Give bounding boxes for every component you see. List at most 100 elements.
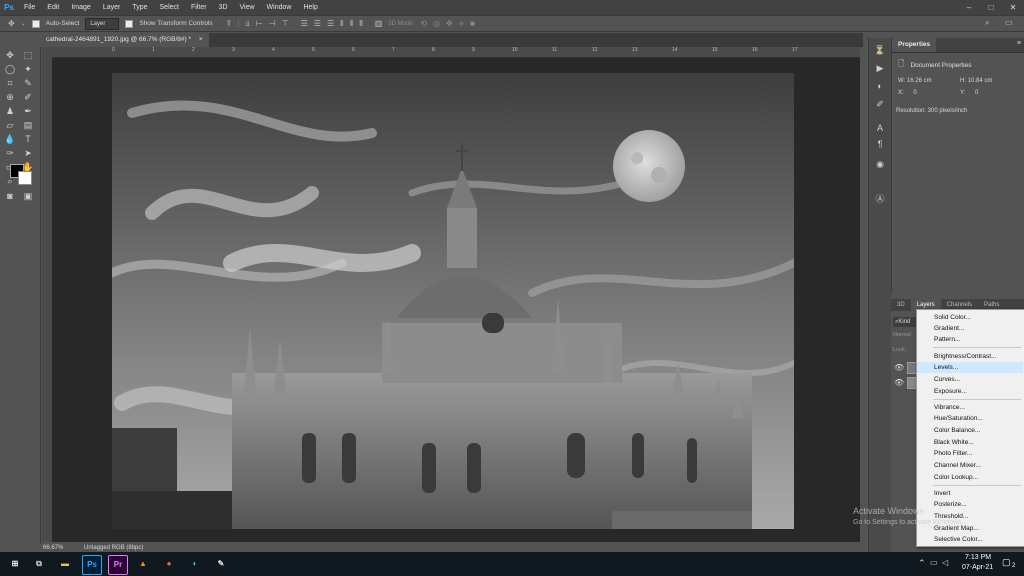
align-bottom-icon[interactable]: ⫫ [245,19,250,29]
adjustments-panel-icon[interactable]: ◐ [873,80,887,92]
menu-item-black-white[interactable]: Black White... [917,437,1023,448]
menu-item-photo-filter[interactable]: Photo Filter... [917,448,1023,459]
history-panel-icon[interactable]: ⏳ [873,44,887,56]
menu-item-curves[interactable]: Curves... [917,374,1023,385]
windows-start-icon[interactable]: ⊞ [6,555,24,573]
file-explorer-icon[interactable]: ▬ [56,555,74,573]
history-brush-icon[interactable]: ✒ [21,105,35,117]
align-top-icon[interactable]: ⫪ [227,19,232,29]
close-button[interactable]: ✕ [1002,0,1024,15]
3d-rotate-icon[interactable]: ⟲ [420,19,427,29]
brush-settings-icon[interactable]: ✐ [873,98,887,110]
y-value[interactable]: 0 [975,90,978,96]
3d-slide-icon[interactable]: ⟡ [459,19,464,29]
menu-item-solid-color[interactable]: Solid Color... [917,312,1023,323]
marquee-tool-icon[interactable]: ⬚ [21,49,35,61]
character-panel-icon[interactable]: A [873,122,887,134]
close-tab-icon[interactable]: × [199,36,203,43]
menu-item-vibrance[interactable]: Vibrance... [917,402,1023,413]
transform-controls-checkbox[interactable] [125,19,134,28]
firefox-icon[interactable]: ● [160,555,178,573]
brush-tool-icon[interactable]: ✐ [21,91,35,103]
eraser-tool-icon[interactable]: ▱ [3,119,17,131]
menu-item-color-lookup[interactable]: Color Lookup... [917,472,1023,483]
premiere-taskbar-icon[interactable]: Pr [108,555,128,575]
minimize-button[interactable]: – [958,0,980,15]
menu-item-selective-color[interactable]: Selective Color... [917,534,1023,545]
pen-tool-icon[interactable]: ✑ [3,147,17,159]
height-value[interactable]: 10.84 cm [968,78,993,84]
gradient-tool-icon[interactable]: ▤ [21,119,35,131]
eyedropper-tool-icon[interactable]: ✎ [21,77,35,89]
edge-icon[interactable]: ◐ [186,555,204,573]
filter-kind-dropdown[interactable]: ⌕Kind [893,317,917,327]
menu-help[interactable]: Help [297,0,323,15]
search-icon[interactable]: ⌕ [985,18,989,28]
chevron-down-icon[interactable]: ⌄ [21,19,26,29]
clock-date[interactable]: 07-Apr-21 [962,564,993,571]
3d-pan-icon[interactable]: ✥ [446,19,453,29]
volume-icon[interactable]: ◁ [942,558,948,567]
screen-mode-icon[interactable]: ▣ [21,190,35,202]
tray-chevron-icon[interactable]: ⌃ [918,558,926,569]
menu-item-gradient[interactable]: Gradient... [917,323,1023,334]
quick-mask-icon[interactable]: ◙ [3,190,17,202]
maximize-button[interactable]: □ [980,0,1002,15]
layer-visibility-eye-icon[interactable]: 👁 [894,363,904,372]
lasso-tool-icon[interactable]: ◯ [3,63,17,75]
auto-select-checkbox[interactable] [31,19,40,28]
paragraph-panel-icon[interactable]: ¶ [873,138,887,150]
paint-app-icon[interactable]: ✎ [212,555,230,573]
document-tab[interactable]: cathedral-2464891_1920.jpg @ 66.7% (RGB/… [40,33,209,47]
move-tool-icon[interactable]: ✥ [8,19,15,29]
3d-roll-icon[interactable]: ◎ [433,19,440,29]
workspace-icon[interactable]: ▭ [1005,18,1013,28]
libraries-panel-icon[interactable]: ◉ [873,158,887,170]
menu-item-hue-saturation[interactable]: Hue/Saturation... [917,413,1023,424]
menu-edit[interactable]: Edit [41,0,65,15]
photoshop-taskbar-icon[interactable]: Ps [82,555,102,575]
type-tool-icon[interactable]: T [21,133,35,145]
align-left-icon[interactable]: ⊢ [256,19,263,29]
menu-item-levels[interactable]: Levels... [917,362,1023,373]
stamp-tool-icon[interactable]: ♟ [3,105,17,117]
menu-filter[interactable]: Filter [185,0,213,15]
photoshop-logo[interactable]: Ps [0,0,18,15]
align-center-icon[interactable]: ⊣ [269,19,276,29]
glyphs-panel-icon[interactable]: Ⓐ [873,193,887,205]
crop-tool-icon[interactable]: ⌗ [3,77,17,89]
distribute-middle-icon[interactable]: ☰ [314,19,321,29]
menu-type[interactable]: Type [126,0,153,15]
clock-time[interactable]: 7:13 PM [965,554,991,561]
healing-brush-icon[interactable]: ⊕ [3,91,17,103]
cathedral-photo[interactable] [112,73,794,529]
menu-layer[interactable]: Layer [97,0,127,15]
task-view-icon[interactable]: ⧉ [30,555,48,573]
distribute-top-icon[interactable]: ☰ [301,19,308,29]
menu-item-pattern[interactable]: Pattern... [917,334,1023,345]
menu-file[interactable]: File [18,0,41,15]
menu-item-invert[interactable]: Invert [917,488,1023,499]
x-value[interactable]: 0 [913,90,916,96]
3d-scale-icon[interactable]: ■ [470,19,475,29]
panel-menu-icon[interactable]: ≡ [1017,40,1021,47]
menu-image[interactable]: Image [65,0,96,15]
width-value[interactable]: 16.26 cm [907,78,932,84]
distribute-left-icon[interactable]: ⦀ [340,19,344,29]
distribute-center-icon[interactable]: ⦀ [350,19,354,29]
background-color-swatch[interactable] [18,171,32,185]
auto-align-icon[interactable]: ▥ [375,19,383,29]
menu-view[interactable]: View [234,0,261,15]
menu-window[interactable]: Window [261,0,298,15]
menu-3d[interactable]: 3D [213,0,234,15]
magic-wand-icon[interactable]: ✦ [21,63,35,75]
auto-select-dropdown[interactable]: Layer [85,17,120,30]
menu-item-brightness-contrast[interactable]: Brightness/Contrast... [917,351,1023,362]
network-icon[interactable]: ▭ [930,558,938,567]
path-selection-icon[interactable]: ➤ [21,147,35,159]
vlc-icon[interactable]: ▲ [134,555,152,573]
tab-3d[interactable]: 3D [891,299,911,311]
menu-item-exposure[interactable]: Exposure... [917,386,1023,397]
actions-panel-icon[interactable]: ▶ [873,62,887,74]
properties-tab[interactable]: Properties [892,38,937,52]
